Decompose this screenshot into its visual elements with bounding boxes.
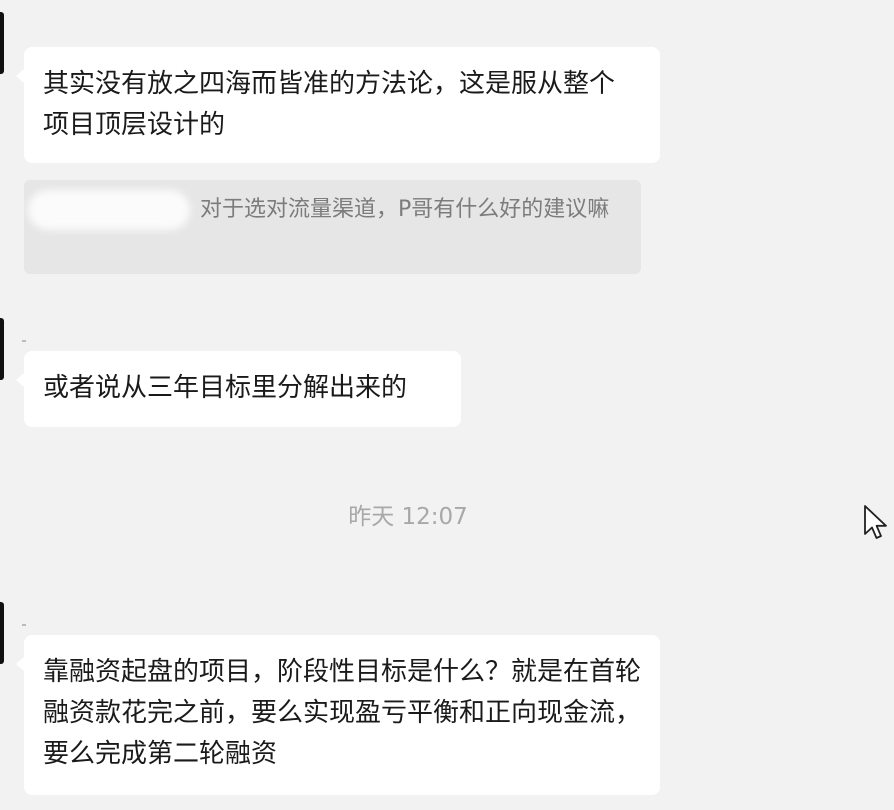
avatar[interactable] [0,602,4,664]
avatar[interactable] [0,12,4,74]
chat-window: 其实没有放之四海而皆准的方法论，这是服从整个项目顶层设计的 对于选对流量渠道，P… [0,0,894,810]
sender-name [22,624,26,626]
mouse-pointer-icon [864,505,887,539]
avatar[interactable] [0,318,4,380]
message-bubble[interactable]: 靠融资起盘的项目，阶段性目标是什么？就是在首轮融资款花完之前，要么实现盈亏平衡和… [16,635,660,795]
redacted-name [28,190,190,230]
message-bubble[interactable]: 其实没有放之四海而皆准的方法论，这是服从整个项目顶层设计的 [16,47,660,163]
message-text: 其实没有放之四海而皆准的方法论，这是服从整个项目顶层设计的 [43,69,616,140]
message-text: 靠融资起盘的项目，阶段性目标是什么？就是在首轮融资款花完之前，要么实现盈亏平衡和… [43,657,642,769]
message-text: 或者说从三年目标里分解出来的 [43,373,408,403]
timestamp: 昨天 12:07 [348,504,468,530]
sender-name [22,340,26,342]
message-bubble[interactable]: 或者说从三年目标里分解出来的 [16,351,461,427]
